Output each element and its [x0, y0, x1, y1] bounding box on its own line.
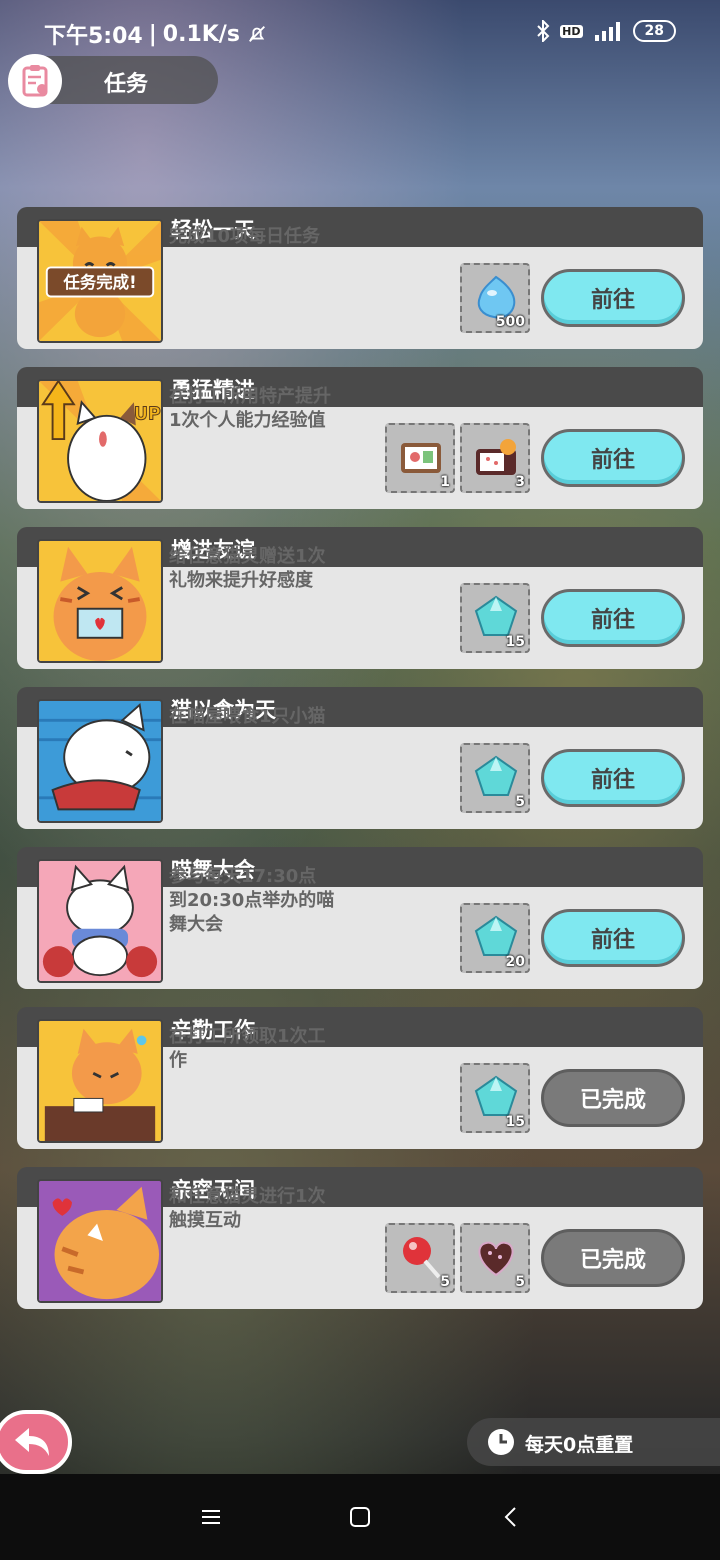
cat-work-icon	[39, 1021, 161, 1141]
reward-slot: 5	[460, 743, 530, 813]
reset-notice: 每天0点重置	[467, 1418, 720, 1466]
menu-icon[interactable]	[196, 1502, 226, 1532]
task-description: 在打工所用特产提升 1次个人能力经验值	[169, 386, 331, 431]
reward-count: 5	[440, 1274, 450, 1290]
reward-slot: 20	[460, 903, 530, 973]
reward-count: 5	[515, 1274, 525, 1290]
lollipop-icon	[403, 1237, 441, 1279]
system-nav-bar	[0, 1474, 720, 1560]
task-description: 参与每天17:30点 到20:30点举办的喵 舞大会	[169, 866, 335, 935]
task-description: 完成10项每日任务	[169, 226, 321, 247]
status-bar: 下午5:04 | 0.1K/s HD 28	[0, 0, 720, 64]
reward-slot: 15	[460, 583, 530, 653]
page-title: 任务	[104, 72, 149, 97]
task-list: 轻松一天 任务完成! 完成10项每日任务 500 前往 勇猛精进 UP 在打工所…	[17, 207, 703, 1327]
task-card: 喵舞大会 参与每天17:30点 到20:30点举办的喵 舞大会 20 前往	[17, 847, 703, 989]
network-speed: 0.1K/s	[162, 21, 240, 47]
cat-level-up-icon: UP	[39, 381, 161, 501]
reward-count: 15	[505, 1114, 525, 1130]
gift-box-icon	[476, 439, 516, 475]
cat-food-bowl-icon	[39, 701, 161, 821]
reward-count: 5	[515, 794, 525, 810]
go-button[interactable]: 前往	[541, 269, 685, 327]
task-card: 轻松一天 任务完成! 完成10项每日任务 500 前往	[17, 207, 703, 349]
reward-slot: 3	[460, 423, 530, 493]
task-card: 增进友谊 给任意猫灵赠送1次 礼物来提升好感度 15 前往	[17, 527, 703, 669]
task-thumbnail: UP	[37, 379, 163, 503]
bluetooth-icon	[537, 20, 550, 42]
reward-slot: 500	[460, 263, 530, 333]
reward-slot: 5	[460, 1223, 530, 1293]
battery-indicator: 28	[632, 20, 676, 42]
reset-text: 每天0点重置	[525, 1434, 634, 1456]
reward-slot: 1	[385, 423, 455, 493]
nav-back-icon[interactable]	[496, 1502, 526, 1532]
task-description: 在打工所领取1次工 作	[169, 1026, 326, 1071]
task-thumbnail	[37, 699, 163, 823]
task-card: 勇猛精进 UP 在打工所用特产提升 1次个人能力经验值 1 3 前往	[17, 367, 703, 509]
task-card: 辛勤工作 在打工所领取1次工 作 15 已完成	[17, 1007, 703, 1149]
cat-cuddle-icon	[39, 1181, 161, 1301]
task-description: 和任意猫灵进行1次 触摸互动	[169, 1186, 326, 1231]
task-thumbnail	[37, 539, 163, 663]
completed-button: 已完成	[541, 1069, 685, 1127]
clipboard-icon	[8, 54, 62, 108]
heart-chocolate-icon	[478, 1241, 514, 1277]
cat-dance-icon	[39, 861, 161, 981]
completed-button: 已完成	[541, 1229, 685, 1287]
task-description: 在喵屋喂食1只小猫	[169, 706, 326, 727]
cat-thumbnail-icon: 任务完成!	[39, 221, 161, 341]
clock-icon	[488, 1429, 514, 1455]
cat-letter-icon	[39, 541, 161, 661]
home-icon[interactable]	[345, 1502, 375, 1532]
task-thumbnail: 任务完成!	[37, 219, 163, 343]
task-thumbnail	[37, 859, 163, 983]
reward-count: 500	[495, 314, 525, 330]
task-card: 猫以食为天 在喵屋喂食1只小猫 5 前往	[17, 687, 703, 829]
reward-count: 3	[515, 474, 525, 490]
task-thumbnail	[37, 1019, 163, 1143]
task-card: 亲密无间 和任意猫灵进行1次 触摸互动 5 5 已完成	[17, 1167, 703, 1309]
go-button[interactable]: 前往	[541, 909, 685, 967]
reward-slot: 15	[460, 1063, 530, 1133]
signal-icon	[594, 22, 620, 41]
back-button[interactable]	[0, 1410, 72, 1474]
svg-text:任务完成!: 任务完成!	[62, 273, 136, 292]
reward-slot: 5	[385, 1223, 455, 1293]
gem-icon	[474, 755, 518, 796]
task-thumbnail	[37, 1179, 163, 1303]
reward-count: 1	[440, 474, 450, 490]
hd-icon: HD	[560, 24, 583, 38]
go-button[interactable]: 前往	[541, 589, 685, 647]
go-button[interactable]: 前往	[541, 429, 685, 487]
reward-count: 20	[505, 954, 525, 970]
status-time: 下午5:04	[44, 24, 143, 49]
back-arrow-icon	[15, 1428, 49, 1456]
svg-text:UP: UP	[134, 405, 161, 425]
bell-off-icon	[248, 26, 265, 42]
go-button[interactable]: 前往	[541, 749, 685, 807]
task-header: 任务	[8, 54, 218, 108]
task-description: 给任意猫灵赠送1次 礼物来提升好感度	[169, 546, 326, 591]
reward-count: 15	[505, 634, 525, 650]
bento-box-icon	[401, 443, 441, 473]
